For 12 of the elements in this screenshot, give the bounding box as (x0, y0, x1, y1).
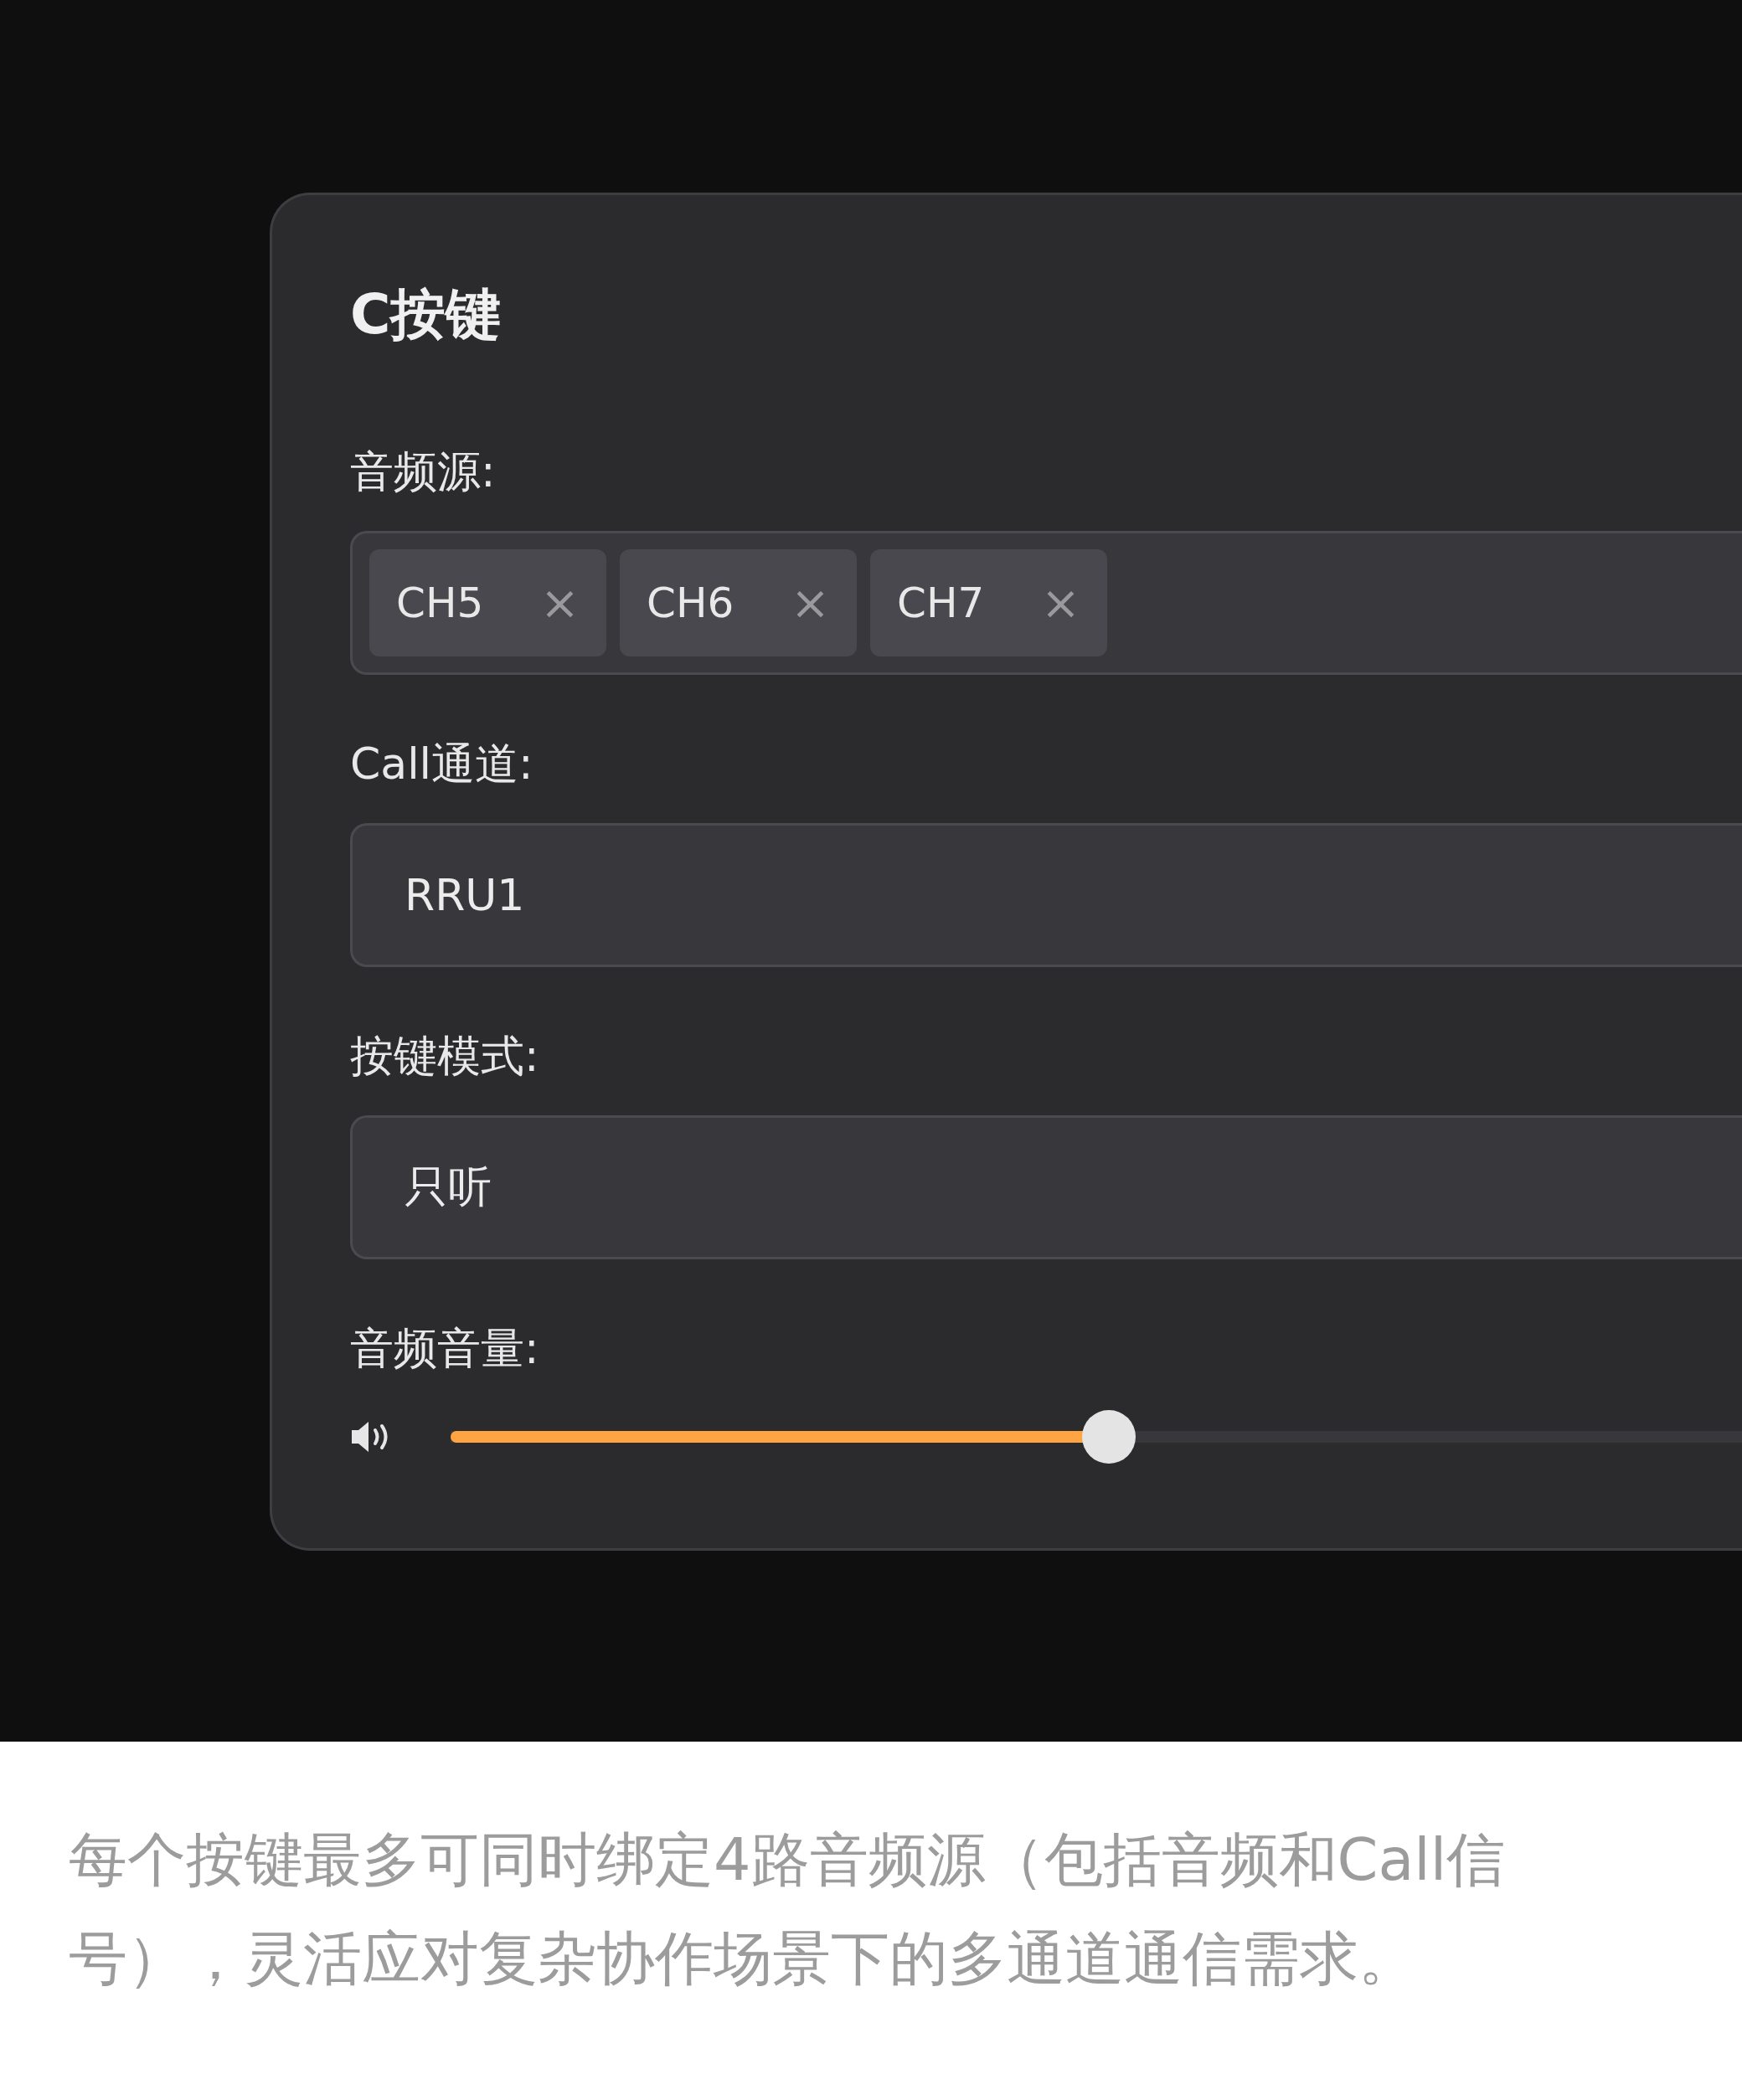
field-label: 音频音量: (350, 1326, 540, 1370)
caption-text: 每个按键最多可同时绑定4路音频源（包括音频和Call信号），灵活应对复杂协作场景下的多通道通信需求。 (69, 1825, 1507, 1994)
select-field[interactable]: RRU1 (350, 823, 1742, 967)
field-label: 音频源: (350, 450, 497, 493)
panel-title: C按键 (350, 287, 502, 342)
select-field[interactable]: 只听 (350, 1115, 1742, 1259)
field-label: 按键模式: (350, 1034, 540, 1078)
tag-label: CH5 (396, 579, 484, 627)
field-label: Call通道: (350, 742, 534, 785)
tag-label: CH6 (647, 579, 734, 627)
tag-label: CH7 (897, 579, 985, 627)
volume-slider[interactable] (451, 1410, 1742, 1464)
